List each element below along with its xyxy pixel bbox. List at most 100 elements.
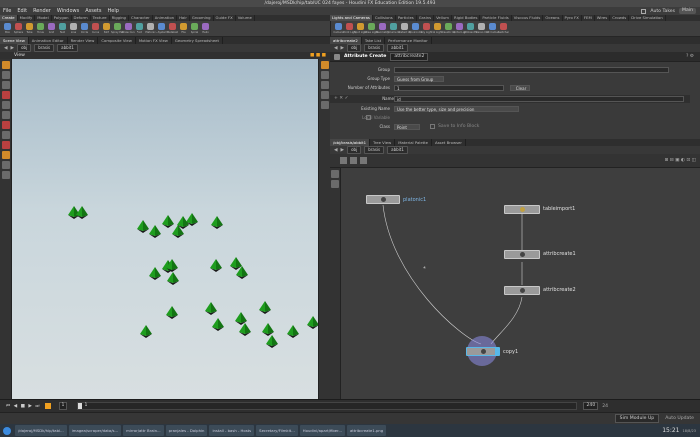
path-crumb-obj[interactable]: obj — [347, 44, 362, 52]
task-houdini[interactable]: /dajeroj/MSDk/hip/tabl... — [15, 425, 67, 436]
shelf-tool-portal-light[interactable]: Portal Light — [453, 21, 466, 37]
help-icon[interactable]: ? ⚙ — [686, 54, 694, 59]
menu-render[interactable]: Render — [30, 7, 54, 15]
tab-render-view[interactable]: Render View — [68, 37, 99, 44]
layout-icon[interactable] — [350, 157, 357, 164]
path-crumb-brasis[interactable]: brasis — [34, 44, 55, 52]
param-existing-menu[interactable]: Use the better type, size and precision — [394, 105, 519, 112]
shelf-tool-vr-camera[interactable]: VR Camera — [486, 21, 499, 37]
display-flag-icon[interactable] — [495, 348, 499, 355]
task-scraper[interactable]: imagea/scraper/data/s... — [68, 425, 122, 436]
task-image[interactable]: attribcreate1.png — [346, 425, 387, 436]
shelf-tool-camera[interactable]: Camera — [333, 21, 344, 37]
menu-assets[interactable]: Assets — [82, 7, 104, 15]
tab-geometry-spreadsheet[interactable]: Geometry Spreadsheet — [172, 37, 223, 44]
back-arrow-icon[interactable]: ◀ — [334, 148, 338, 153]
shelf-tool-file[interactable]: File — [178, 21, 189, 37]
node-attribcreate2[interactable] — [504, 286, 540, 295]
path-crumb-abbit1[interactable]: abbit1 — [387, 44, 408, 52]
path-crumb-obj[interactable]: obj — [17, 44, 32, 52]
menu-windows[interactable]: Windows — [54, 7, 82, 15]
path-crumb-brasis[interactable]: brasis — [364, 146, 385, 154]
shelf-tool-ambient-light[interactable]: Ambient Light — [464, 21, 477, 37]
auto-update-label[interactable]: Auto Update — [665, 416, 694, 421]
play-button-icon[interactable] — [44, 403, 51, 409]
view-tool-icon[interactable] — [1, 131, 10, 139]
path-crumb-abbit1[interactable]: abbit1 — [387, 146, 408, 154]
param-group-type-menu[interactable]: Guess from Group — [394, 75, 444, 82]
network-display-options-icon[interactable]: ⊞ ⊟ ▣ ◐ ⊡ ◫ — [664, 158, 696, 163]
shelf-tool-geometry-light[interactable]: Geometry Light — [376, 21, 389, 37]
shelf-tool-curve[interactable]: Curve — [90, 21, 101, 37]
node-copy1[interactable] — [466, 347, 500, 356]
shelf-tool-torus[interactable]: Torus — [35, 21, 46, 37]
shelf-tool-line[interactable]: Line — [68, 21, 79, 37]
magnet-icon[interactable] — [1, 121, 10, 129]
network-zoom-icon[interactable] — [331, 180, 339, 188]
shelf-tool-path[interactable]: Path — [101, 21, 112, 37]
path-crumb-obj[interactable]: obj — [347, 146, 362, 154]
shelf-tool-distant-light[interactable]: Distant Light — [398, 21, 411, 37]
forward-arrow-icon[interactable]: ▶ — [341, 46, 345, 51]
shelf-tool-null[interactable]: Null — [57, 21, 68, 37]
node-tableimport1[interactable] — [504, 205, 540, 214]
shading-icon[interactable] — [320, 71, 329, 79]
playback-controls-icon[interactable]: ⏮ ◀ ■ ▶ ⏭ — [6, 403, 41, 409]
param-class-menu[interactable]: Point — [394, 123, 420, 130]
shelf-tool-sphere[interactable]: Sphere — [13, 21, 24, 37]
frame-start-field[interactable]: 1 — [58, 402, 68, 410]
node-attribcreate1[interactable] — [504, 250, 540, 259]
wireframe-icon[interactable] — [320, 81, 329, 89]
scene-viewport[interactable] — [12, 59, 319, 399]
task-fiber[interactable]: Houdini/apart/fiber... — [299, 425, 345, 436]
timeline-cursor[interactable] — [78, 403, 83, 409]
tab-network-editor[interactable]: /obj/brasis/abbit1 — [330, 139, 371, 146]
network-editor[interactable]: platonic1 tableimport1 attribcreate1 att… — [341, 168, 700, 399]
shelf-tool-caustic-light[interactable]: Caustic Light — [442, 21, 455, 37]
desktop-select[interactable]: Main — [679, 8, 696, 14]
tab-material-palette[interactable]: Material Palette — [395, 139, 432, 146]
shelf-tool-spray-paint[interactable]: Spray Paint — [111, 21, 124, 37]
task-mirror[interactable]: mirror/attr Brain... — [123, 425, 164, 436]
tab-animation-editor[interactable]: Animation Editor — [29, 37, 68, 44]
rotate-tool-icon[interactable] — [1, 81, 10, 89]
shelf-tool-draw-curve[interactable]: Draw Curve — [122, 21, 135, 37]
start-menu-icon[interactable] — [3, 426, 11, 435]
network-select-icon[interactable] — [331, 170, 339, 178]
forward-arrow-icon[interactable]: ▶ — [11, 46, 15, 51]
timeline-slider[interactable]: 1 — [77, 402, 578, 410]
shelf-tool-box[interactable]: Box — [2, 21, 13, 37]
edge-select-icon[interactable] — [1, 161, 10, 169]
node-platonic1[interactable] — [366, 195, 400, 204]
shelf-tool-point-light[interactable]: Point Light — [343, 21, 356, 37]
scale-tool-icon[interactable] — [1, 91, 10, 99]
menu-edit[interactable]: Edit — [14, 7, 30, 15]
add-node-icon[interactable] — [340, 157, 347, 164]
lighting-icon[interactable] — [320, 91, 329, 99]
frame-end-field[interactable]: 240 — [583, 402, 599, 410]
tab-composite-view[interactable]: Composite View — [98, 37, 136, 44]
node-name-field[interactable]: attribcreate2 — [390, 52, 429, 61]
auto-takes-checkbox[interactable] — [641, 8, 647, 14]
move-tool-icon[interactable] — [1, 71, 10, 79]
shelf-tool-stereo-cam[interactable]: Stereo Cam — [475, 21, 488, 37]
save-info-checkbox[interactable] — [430, 124, 435, 129]
handle-tool-icon[interactable] — [1, 101, 10, 109]
shelf-tool-platonic[interactable]: Platonic — [145, 21, 156, 37]
forward-arrow-icon[interactable]: ▶ — [341, 148, 345, 153]
display-option-icon[interactable] — [320, 61, 329, 69]
shelf-tool-gi-light[interactable]: GI Light — [432, 21, 443, 37]
shelf-tool-tube[interactable]: Tube — [24, 21, 35, 37]
grid-icon[interactable] — [320, 101, 329, 109]
shelf-tool-area-light[interactable]: Area Light — [365, 21, 378, 37]
tab-tree-view[interactable]: Tree View — [370, 139, 396, 146]
shelf-tool-environment-light[interactable]: Environment Light — [409, 21, 422, 37]
menu-help[interactable]: Help — [104, 7, 121, 15]
shelf-tool-sky-light[interactable]: Sky Light — [421, 21, 432, 37]
clear-button[interactable]: Clear — [510, 84, 530, 91]
shelf-tool-volume-light[interactable]: Volume Light — [387, 21, 400, 37]
tab-performance-monitor[interactable]: Performance Monitor — [385, 37, 432, 44]
sim-status[interactable]: Sim Module Up — [614, 414, 660, 423]
param-name-field[interactable]: id — [394, 95, 684, 102]
shelf-tool-helix[interactable]: Helix — [200, 21, 211, 37]
